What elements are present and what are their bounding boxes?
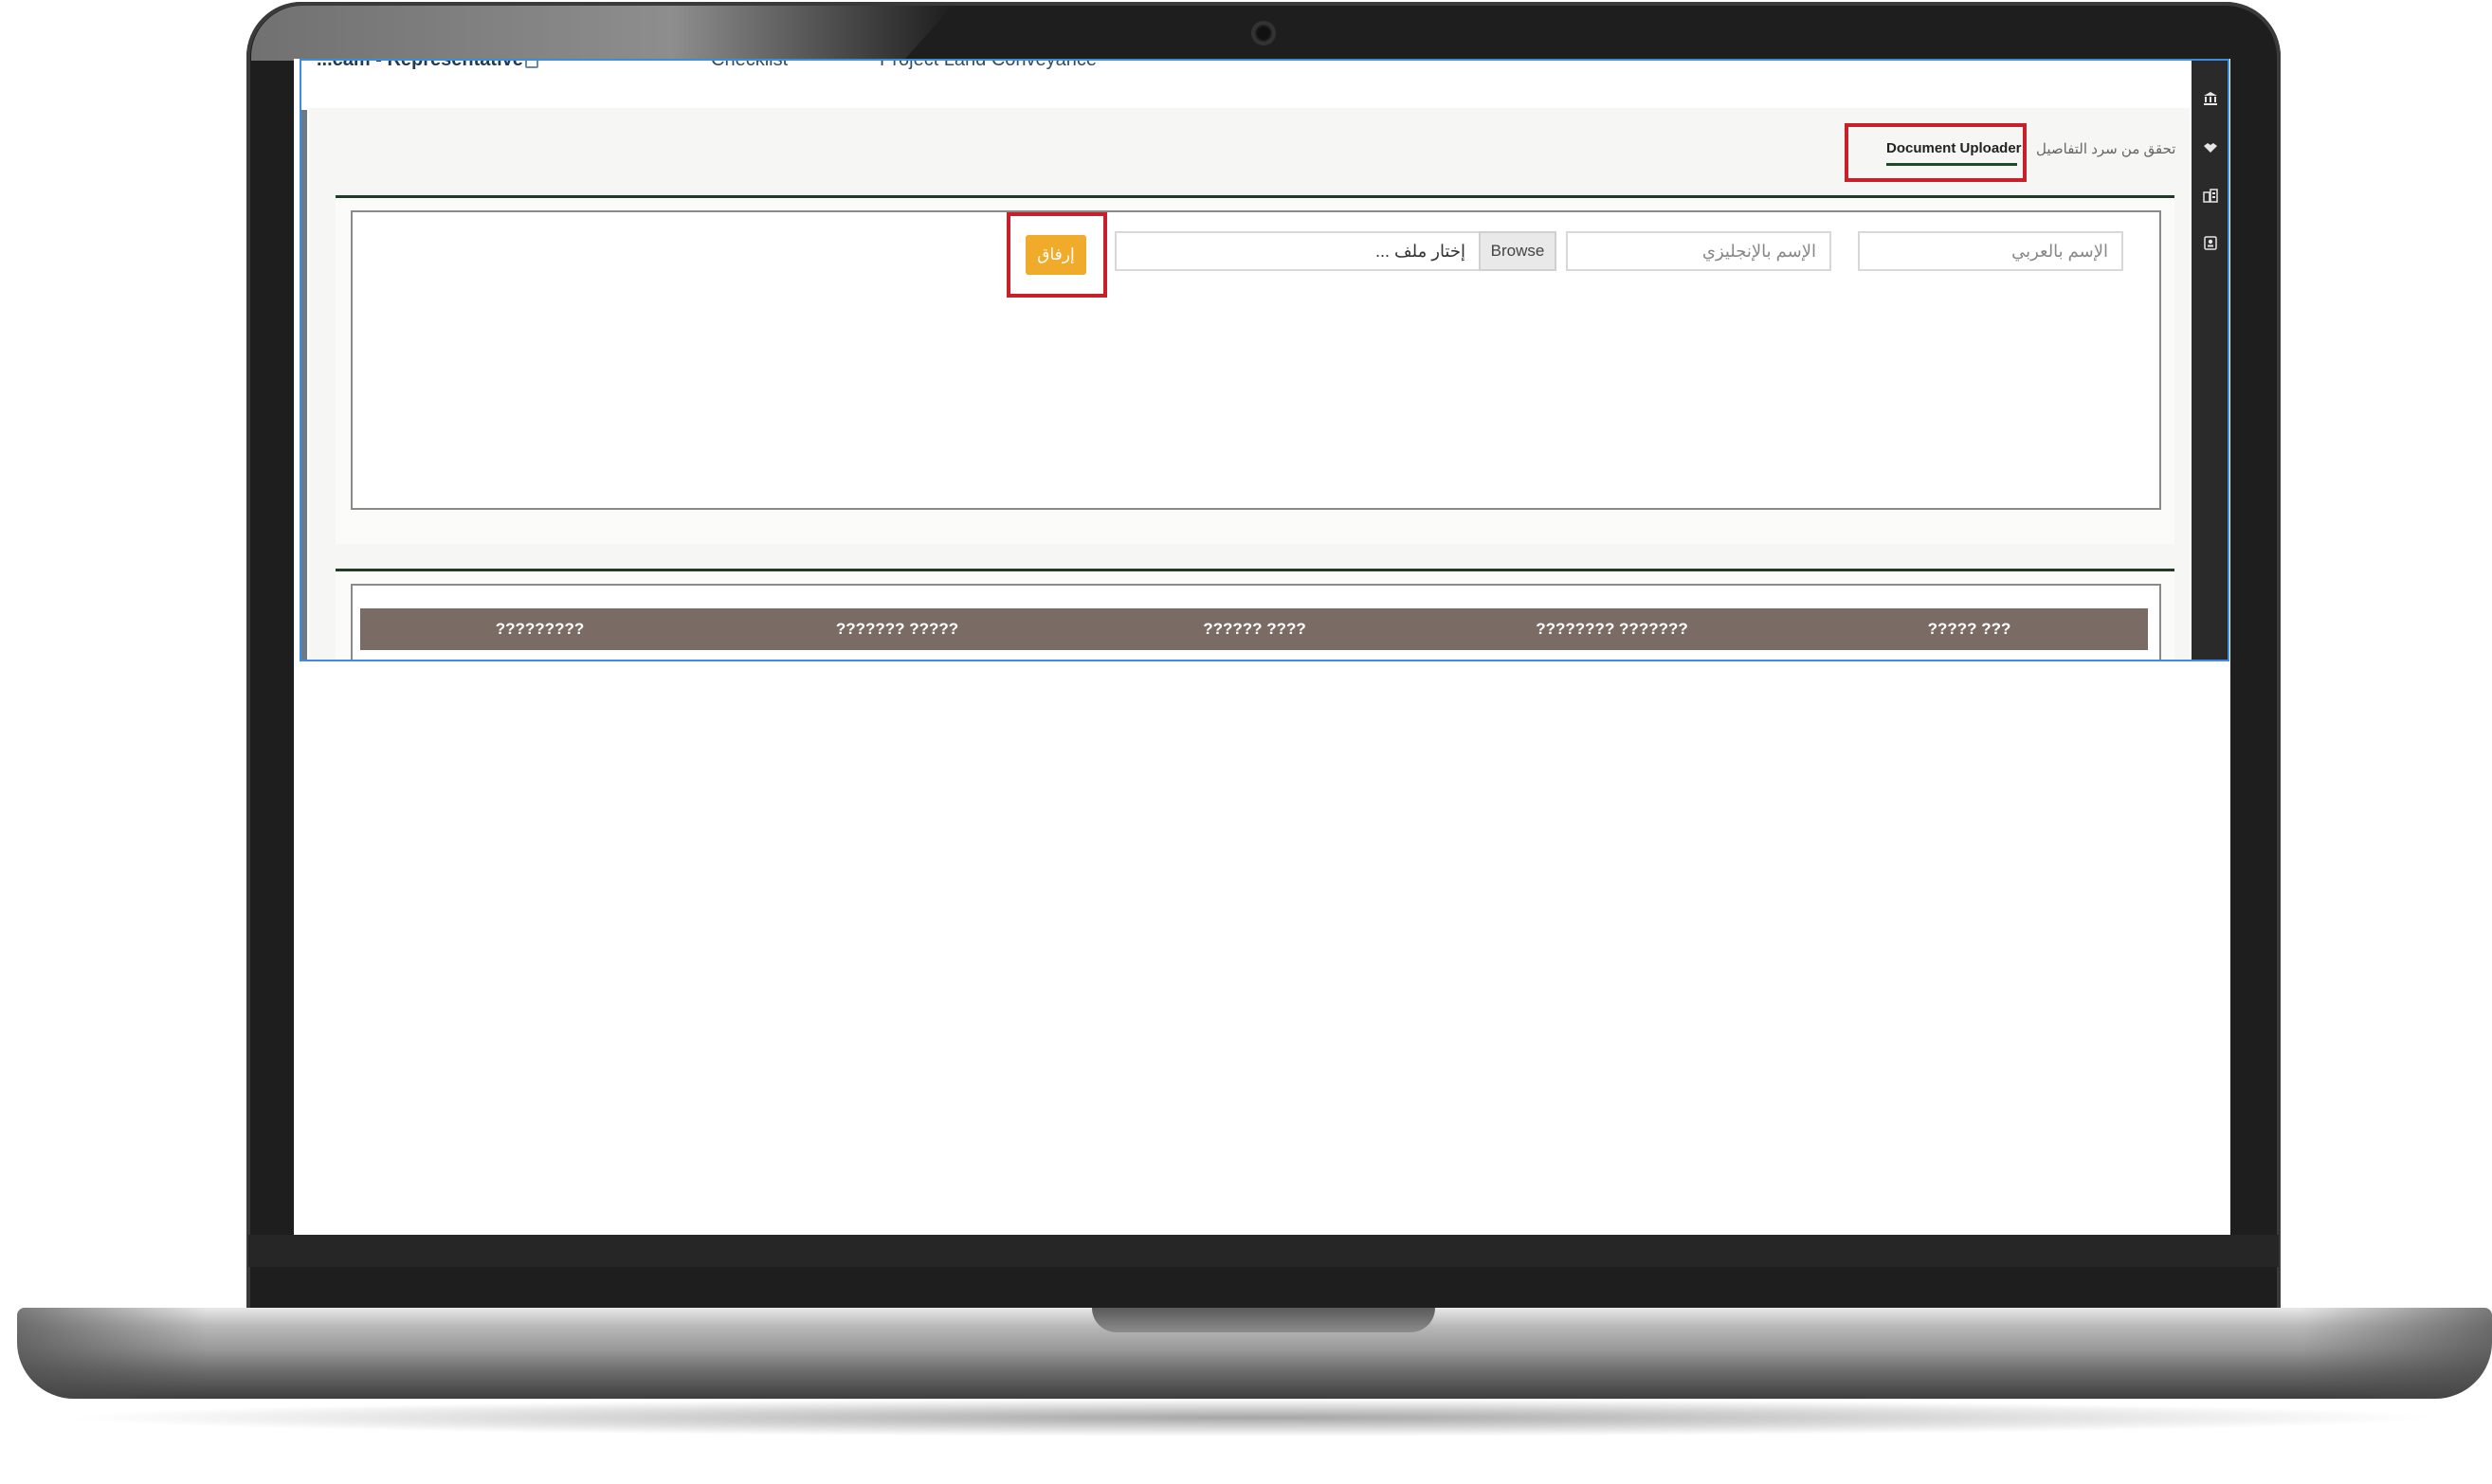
highlight-box-tab — [1845, 123, 2027, 182]
laptop-notch — [1092, 1308, 1435, 1332]
id-card-icon[interactable] — [2203, 235, 2218, 250]
profile-icon[interactable] — [525, 61, 538, 68]
app-window: ...cam - Representative Checklist Projec… — [300, 59, 2229, 661]
webcam — [1255, 25, 1272, 42]
browse-button[interactable]: Browse — [1479, 231, 1556, 271]
arabic-name-input[interactable]: الإسم بالعربي — [1858, 231, 2123, 271]
table-header-cell: ????????? — [495, 620, 585, 638]
nav-link-project-land-conveyance[interactable]: Project Land Conveyance — [880, 61, 1097, 71]
table-header-cell: ????? ??? — [1927, 620, 2011, 638]
nav-link-checklist[interactable]: Checklist — [711, 61, 788, 71]
left-collapse-bar[interactable] — [301, 110, 307, 660]
laptop-screen: ...cam - Representative Checklist Projec… — [294, 59, 2230, 1235]
base-right-shade — [2302, 1308, 2492, 1399]
handshake-icon[interactable] — [2203, 140, 2218, 155]
file-chooser-input[interactable]: إختار ملف ... — [1115, 231, 1479, 271]
top-navigation: ...cam - Representative Checklist Projec… — [301, 61, 2197, 108]
table-header-cell: ???????? ??????? — [1536, 620, 1688, 638]
highlight-box-attach — [1007, 212, 1107, 298]
base-left-shade — [17, 1308, 207, 1399]
lid-reflection — [251, 6, 953, 61]
english-name-input[interactable]: الإسم بالإنجليزي — [1566, 231, 1831, 271]
table-header-cell: ??????? ????? — [835, 620, 959, 638]
bank-icon[interactable] — [2203, 91, 2218, 106]
user-label[interactable]: ...cam - Representative — [317, 61, 523, 71]
tab-check-details[interactable]: تحقق من سرد التفاصيل — [2036, 140, 2175, 157]
table-header-cell: ?????? ???? — [1203, 620, 1306, 638]
screen-bottom-bezel — [248, 1235, 2279, 1267]
buildings-icon[interactable] — [2203, 188, 2218, 203]
laptop-shadow — [57, 1399, 2446, 1437]
